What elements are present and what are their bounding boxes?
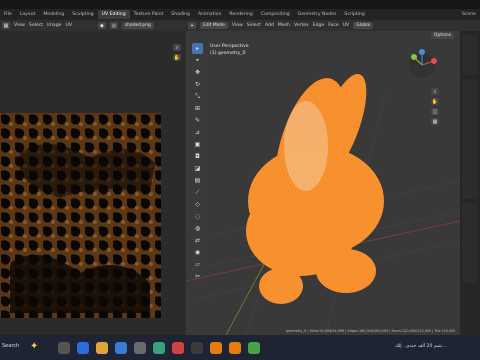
outliner-panel[interactable] (462, 35, 478, 75)
snap-icon[interactable]: ◆ (97, 22, 106, 29)
tab-geometry-nodes[interactable]: Geometry Nodes (294, 10, 341, 19)
bunny-mesh[interactable] (246, 68, 384, 304)
uv-editor[interactable]: ▦ View Select Image UV ◆ ◎ shaded.png ⌕ … (0, 20, 186, 335)
tab-uv-editing[interactable]: UV Editing (97, 10, 130, 19)
blender-icon[interactable] (210, 342, 222, 354)
hand-icon[interactable]: ✋ (173, 54, 181, 61)
tab-texture-paint[interactable]: Texture Paint (130, 10, 168, 19)
navigation-gizmo[interactable] (409, 49, 437, 78)
edge-icon[interactable] (77, 342, 89, 354)
hand-icon[interactable]: ✋ (431, 98, 439, 105)
zoom-icon[interactable]: ⌕ (173, 44, 181, 51)
uv-nav-buttons: ⌕ ✋ (173, 44, 181, 61)
orientation-selector[interactable]: Global (353, 22, 374, 29)
menu-uv[interactable]: UV (65, 23, 72, 28)
tab-layout[interactable]: Layout (16, 10, 40, 19)
chrome-icon-2[interactable] (248, 342, 260, 354)
properties-panel[interactable] (462, 79, 478, 199)
viewport-header: ⌖ Edit Mode View Select Add Mesh Vertex … (186, 20, 460, 31)
cursor-icon[interactable]: ⌖ (188, 22, 196, 29)
image-selector[interactable]: shaded.png (121, 22, 154, 29)
steam-icon[interactable] (134, 342, 146, 354)
mode-selector[interactable]: Edit Mode (200, 22, 228, 29)
taskbar: Search ✦ تضم 20 ألف جندي.. إلك... (0, 335, 480, 360)
editor-type-icon[interactable]: ▦ (2, 22, 10, 29)
blender-icon-2[interactable] (229, 342, 241, 354)
title-strip (0, 0, 480, 9)
tab-modeling[interactable]: Modeling (39, 10, 68, 19)
chrome-icon[interactable] (153, 342, 165, 354)
tab-file[interactable]: File (0, 10, 16, 19)
proportional-icon[interactable]: ◎ (109, 22, 118, 29)
menu-view[interactable]: View (14, 23, 25, 28)
3d-viewport[interactable]: ⌖ Edit Mode View Select Add Mesh Vertex … (186, 20, 460, 335)
menu-add[interactable]: Add (265, 23, 274, 28)
app-dark-icon[interactable] (191, 342, 203, 354)
menu-mesh[interactable]: Mesh (278, 23, 290, 28)
menu-view[interactable]: View (232, 23, 243, 28)
modifiers-panel[interactable] (462, 203, 478, 283)
app-icon[interactable] (115, 342, 127, 354)
task-view-icon[interactable] (58, 342, 70, 354)
grid-view-icon[interactable]: ▦ (431, 118, 439, 125)
zoom-icon[interactable]: ⌕ (431, 88, 439, 95)
tab-shading[interactable]: Shading (167, 10, 194, 19)
menu-select[interactable]: Select (247, 23, 261, 28)
tab-compositing[interactable]: Compositing (257, 10, 294, 19)
viewport-canvas (186, 49, 460, 335)
news-ticker[interactable]: تضم 20 ألف جندي.. إلك... (395, 344, 447, 349)
uv-editor-header: ▦ View Select Image UV ◆ ◎ shaded.png (0, 20, 186, 31)
menu-select[interactable]: Select (29, 23, 43, 28)
camera-icon[interactable]: ◫ (431, 108, 439, 115)
app-red-icon[interactable] (172, 342, 184, 354)
tab-rendering[interactable]: Rendering (225, 10, 256, 19)
viewport-nav-buttons: ⌕ ✋ ◫ ▦ (431, 88, 439, 125)
tab-scripting[interactable]: Scripting (340, 10, 368, 19)
menu-face[interactable]: Face (328, 23, 338, 28)
menu-vertex[interactable]: Vertex (294, 23, 309, 28)
properties-sidebar (460, 20, 480, 335)
status-bar-text: geometry_0 | Verts:54,998/54,998 | Edges… (286, 329, 456, 333)
tab-sculpting[interactable]: Sculpting (68, 10, 97, 19)
tab-animation[interactable]: Animation (194, 10, 225, 19)
taskbar-search[interactable]: Search (2, 343, 19, 349)
menu-image[interactable]: Image (47, 23, 61, 28)
menu-edge[interactable]: Edge (313, 23, 325, 28)
workspace-tabs: File Layout Modeling Sculpting UV Editin… (0, 9, 480, 20)
file-explorer-icon[interactable] (96, 342, 108, 354)
uv-texture-image (0, 113, 161, 318)
menu-uv[interactable]: UV (343, 23, 350, 28)
weather-icon[interactable]: ✦ (30, 341, 38, 352)
scene-selector[interactable]: Scene (458, 10, 480, 19)
